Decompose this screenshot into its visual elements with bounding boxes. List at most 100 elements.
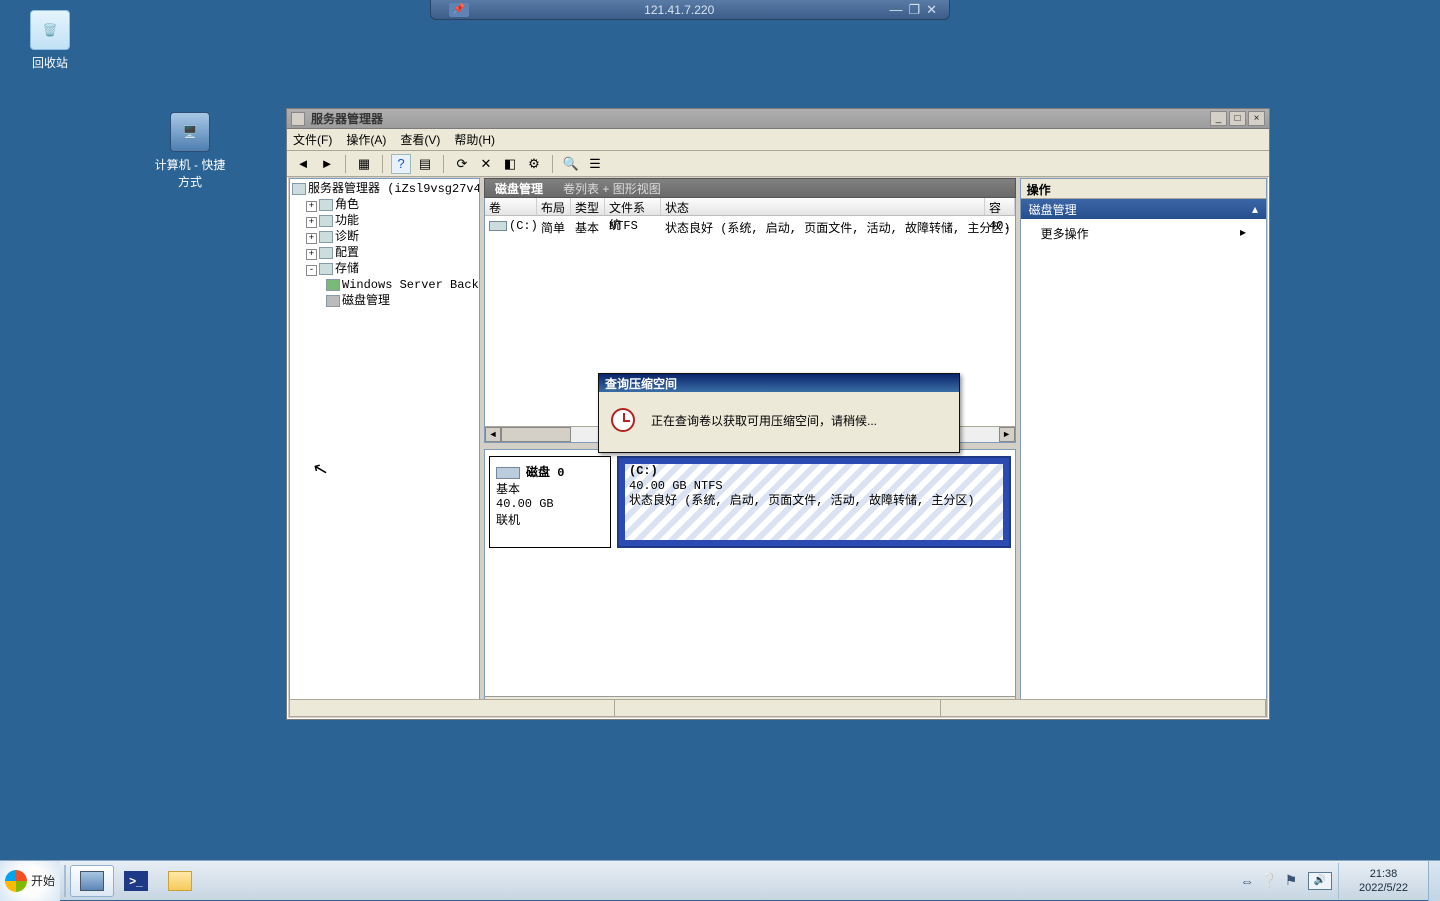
- rdp-pin-icon[interactable]: 📌: [449, 3, 469, 17]
- disk-row-0[interactable]: 磁盘 0 基本 40.00 GB 联机 (C:) 40.00 GB NTFS 状…: [489, 456, 1011, 548]
- rdp-close-icon[interactable]: ✕: [926, 2, 937, 18]
- col-volume[interactable]: 卷: [485, 198, 537, 215]
- menu-bar: 文件(F) 操作(A) 查看(V) 帮助(H): [287, 129, 1269, 151]
- tray-network-icon[interactable]: ⇔: [1236, 873, 1258, 889]
- actions-pane: 操作 磁盘管理 ▴ 更多操作 ▸: [1020, 178, 1267, 717]
- tree-features[interactable]: +功能: [292, 213, 477, 229]
- partition-c[interactable]: (C:) 40.00 GB NTFS 状态良好 (系统, 启动, 页面文件, 活…: [617, 456, 1011, 548]
- tree-config[interactable]: +配置: [292, 245, 477, 261]
- taskbar: 开始 >_ ⇔ ❔ ⚑ 🔊 21:38 2022/5/22: [0, 860, 1440, 900]
- col-filesystem[interactable]: 文件系统: [605, 198, 661, 215]
- features-icon: [319, 215, 333, 227]
- tree-storage[interactable]: -存储: [292, 261, 477, 277]
- toolbar-disk-button[interactable]: ◧: [500, 154, 520, 174]
- scroll-right-button[interactable]: ►: [999, 427, 1015, 442]
- show-desktop-button[interactable]: [1428, 861, 1440, 901]
- actions-more[interactable]: 更多操作 ▸: [1021, 219, 1266, 248]
- collapse-icon[interactable]: -: [306, 265, 317, 276]
- col-layout[interactable]: 布局: [537, 198, 571, 215]
- computer-icon: 🖥️: [170, 112, 210, 152]
- desktop-computer-label: 计算机 - 快捷方式: [154, 156, 226, 190]
- dialog-title[interactable]: 查询压缩空间: [599, 374, 959, 392]
- tray-action-center-icon[interactable]: ⚑: [1280, 872, 1302, 889]
- disk-label-0[interactable]: 磁盘 0 基本 40.00 GB 联机: [489, 456, 611, 548]
- roles-icon: [319, 199, 333, 211]
- dm-header-title: 磁盘管理: [485, 180, 553, 197]
- toolbar-back-button[interactable]: ◄: [293, 154, 313, 174]
- wait-clock-icon: [611, 408, 635, 432]
- taskbar-server-manager[interactable]: [70, 865, 114, 897]
- tray-time: 21:38: [1341, 867, 1426, 881]
- start-button[interactable]: 开始: [0, 861, 60, 901]
- menu-action[interactable]: 操作(A): [346, 131, 386, 148]
- system-tray: ⇔ ❔ ⚑ 🔊 21:38 2022/5/22: [1236, 861, 1440, 900]
- toolbar-forward-button[interactable]: ►: [317, 154, 337, 174]
- desktop-recycle-bin[interactable]: 🗑️ 回收站: [14, 10, 86, 71]
- tray-clock[interactable]: 21:38 2022/5/22: [1338, 863, 1428, 899]
- disk-icon: [326, 295, 340, 307]
- rdp-connection-bar[interactable]: 📌 121.41.7.220 — ❐ ✕: [430, 0, 950, 20]
- status-bar: [289, 699, 1267, 717]
- windows-orb-icon: [5, 870, 27, 892]
- submenu-arrow-icon: ▸: [1240, 225, 1246, 242]
- collapse-arrow-icon: ▴: [1252, 202, 1258, 216]
- taskbar-powershell[interactable]: >_: [114, 865, 158, 897]
- scroll-left-button[interactable]: ◄: [485, 427, 501, 442]
- expand-icon[interactable]: +: [306, 217, 317, 228]
- toolbar-find-button[interactable]: 🔍: [561, 154, 581, 174]
- rdp-minimize-icon[interactable]: —: [889, 2, 902, 18]
- expand-icon[interactable]: +: [306, 201, 317, 212]
- disk-management-header: 磁盘管理 卷列表 + 图形视图: [484, 178, 1016, 198]
- dm-header-subtitle: 卷列表 + 图形视图: [553, 180, 671, 197]
- toolbar-list-button[interactable]: ☰: [585, 154, 605, 174]
- drive-icon: [489, 221, 507, 231]
- tray-language-button[interactable]: 🔊: [1308, 872, 1332, 890]
- tree-disk-management[interactable]: 磁盘管理: [292, 293, 477, 309]
- volume-list-header[interactable]: 卷 布局 类型 文件系统 状态 容: [485, 198, 1015, 216]
- start-label: 开始: [31, 872, 55, 889]
- toolbar-settings-button[interactable]: ⚙: [524, 154, 544, 174]
- window-minimize-button[interactable]: _: [1210, 111, 1227, 126]
- rdp-restore-icon[interactable]: ❐: [908, 2, 920, 18]
- desktop-computer-shortcut[interactable]: 🖥️ 计算机 - 快捷方式: [154, 112, 226, 190]
- taskbar-explorer[interactable]: [158, 865, 202, 897]
- taskbar-separator: [64, 865, 66, 897]
- tree-windows-server-backup[interactable]: Windows Server Backup: [292, 277, 477, 293]
- tree-roles[interactable]: +角色: [292, 197, 477, 213]
- tray-date: 2022/5/22: [1341, 881, 1426, 895]
- explorer-icon: [168, 871, 192, 891]
- tree-root[interactable]: 服务器管理器 (iZsl9vsg27v4jh: [292, 181, 477, 197]
- toolbar-properties-button[interactable]: ▤: [415, 154, 435, 174]
- actions-header: 操作: [1021, 179, 1266, 199]
- powershell-icon: >_: [124, 871, 148, 891]
- tray-help-icon[interactable]: ❔: [1258, 872, 1280, 889]
- col-type[interactable]: 类型: [571, 198, 605, 215]
- desktop-recycle-label: 回收站: [14, 54, 86, 71]
- expand-icon[interactable]: +: [306, 233, 317, 244]
- toolbar: ◄ ► ▦ ? ▤ ⟳ ✕ ◧ ⚙ 🔍 ☰: [287, 151, 1269, 177]
- window-maximize-button[interactable]: □: [1229, 111, 1246, 126]
- partition-text: (C:) 40.00 GB NTFS 状态良好 (系统, 启动, 页面文件, 活…: [629, 464, 975, 509]
- toolbar-help-button[interactable]: ?: [391, 154, 411, 174]
- col-capacity[interactable]: 容: [985, 198, 1015, 215]
- expand-icon[interactable]: +: [306, 249, 317, 260]
- recycle-bin-icon: 🗑️: [30, 10, 70, 50]
- toolbar-show-hide-button[interactable]: ▦: [354, 154, 374, 174]
- menu-file[interactable]: 文件(F): [293, 131, 332, 148]
- menu-view[interactable]: 查看(V): [400, 131, 440, 148]
- col-status[interactable]: 状态: [661, 198, 985, 215]
- toolbar-refresh-button[interactable]: ⟳: [452, 154, 472, 174]
- window-title: 服务器管理器: [311, 110, 1210, 127]
- tree-diagnostics[interactable]: +诊断: [292, 229, 477, 245]
- toolbar-delete-button[interactable]: ✕: [476, 154, 496, 174]
- actions-section-disk-management[interactable]: 磁盘管理 ▴: [1021, 199, 1266, 219]
- scroll-thumb[interactable]: [501, 427, 571, 442]
- disk-graphical-view: 磁盘 0 基本 40.00 GB 联机 (C:) 40.00 GB NTFS 状…: [484, 449, 1016, 717]
- rdp-title: 121.41.7.220: [469, 3, 889, 17]
- menu-help[interactable]: 帮助(H): [454, 131, 495, 148]
- window-titlebar[interactable]: 服务器管理器 _ □ ×: [287, 109, 1269, 129]
- volume-row-c[interactable]: (C:) 简单 基本 NTFS 状态良好 (系统, 启动, 页面文件, 活动, …: [485, 216, 1015, 237]
- storage-icon: [319, 263, 333, 275]
- disk-icon: [496, 467, 520, 479]
- window-close-button[interactable]: ×: [1248, 111, 1265, 126]
